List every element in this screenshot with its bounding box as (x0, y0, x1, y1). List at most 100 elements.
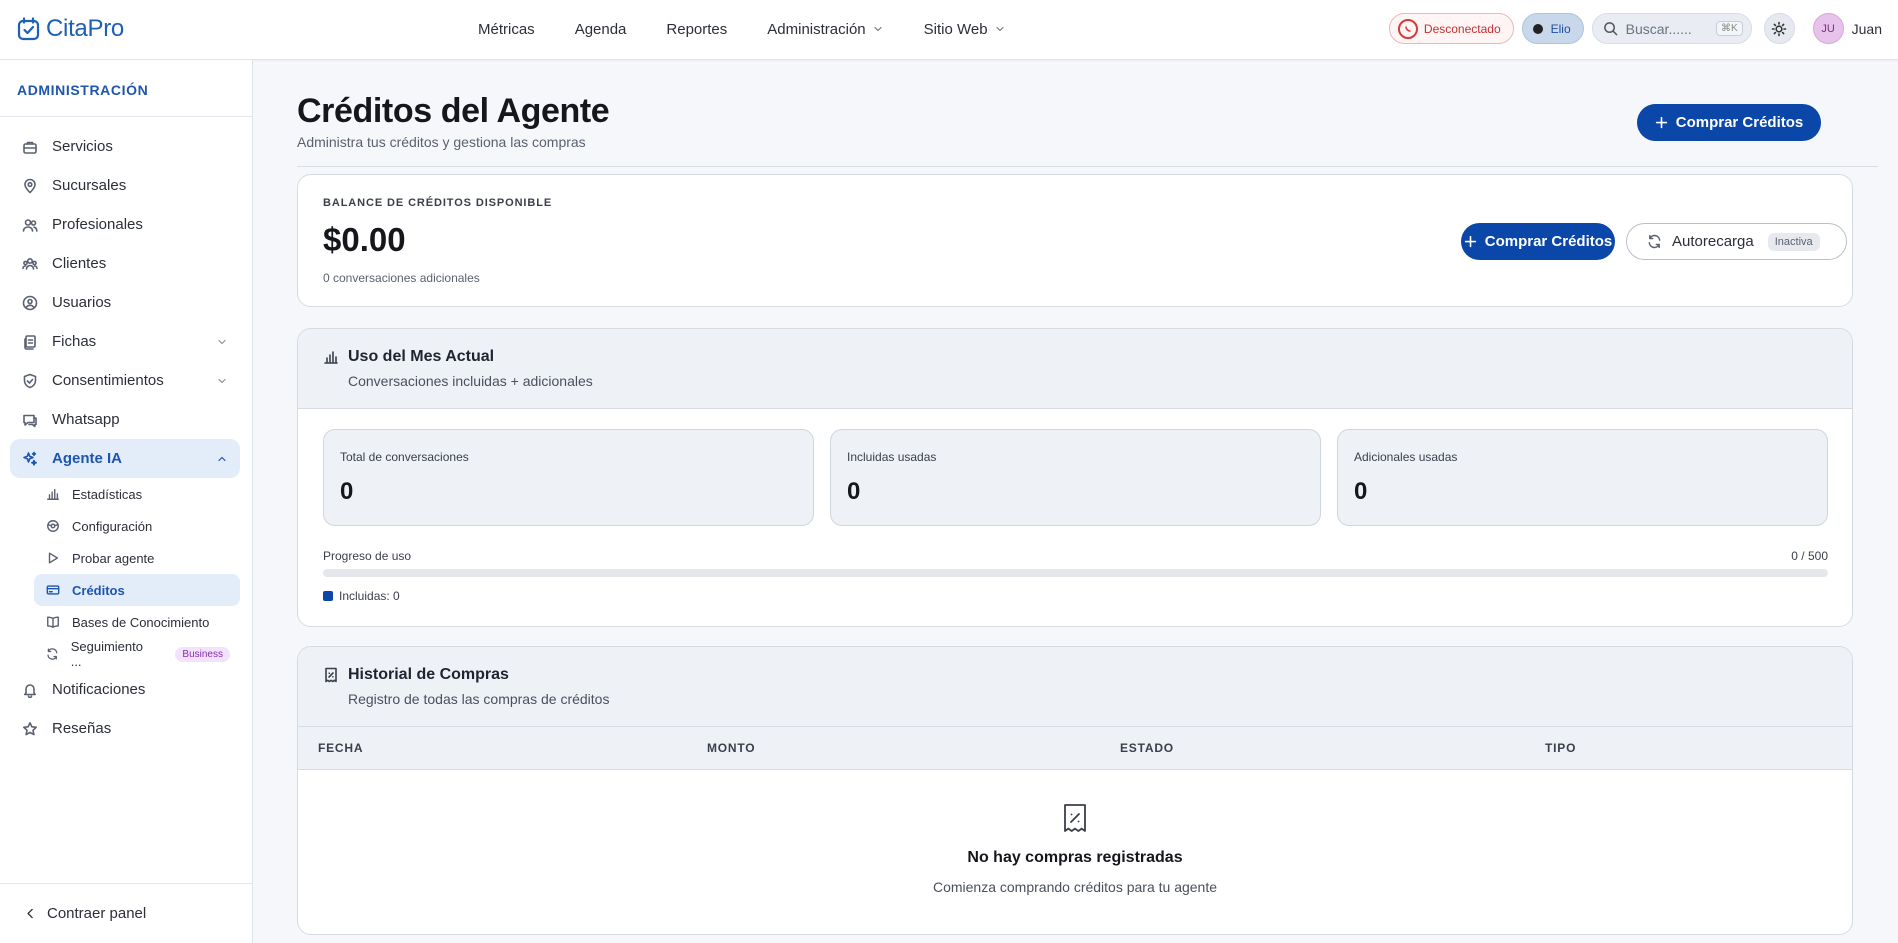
sidebar-item-agente-ia[interactable]: Agente IA (10, 439, 240, 478)
sidebar-item-label: Servicios (52, 138, 113, 155)
theme-toggle-button[interactable] (1763, 13, 1795, 44)
sidebar-item-servicios[interactable]: Servicios (10, 127, 240, 166)
book-icon (47, 616, 59, 628)
usage-title: Uso del Mes Actual (348, 348, 495, 365)
sidebar-item-notificaciones[interactable]: Notificaciones (10, 670, 240, 709)
stat-label: Incluidas usadas (847, 450, 937, 464)
stat-total-conversations: Total de conversaciones 0 (323, 429, 814, 526)
sidebar-subitem-probar-agente[interactable]: Probar agente (10, 542, 240, 574)
user-circle-icon (22, 295, 38, 310)
usage-card: Uso del Mes Actual Conversaciones inclui… (297, 328, 1853, 627)
sidebar-item-label: Profesionales (52, 216, 143, 233)
nav-reportes[interactable]: Reportes (666, 21, 727, 38)
agent-dot-icon (1532, 23, 1543, 34)
nav-label: Administración (767, 20, 866, 38)
stat-additional-used: Adicionales usadas 0 (1337, 429, 1828, 526)
sidebar-item-label: Clientes (52, 255, 107, 272)
search-placeholder: Buscar...... (1625, 20, 1692, 37)
usage-progress-bar (323, 569, 1828, 577)
sidebar-subitem-creditos[interactable]: Créditos (34, 574, 240, 606)
whatsapp-status-button[interactable]: Desconectado (1388, 13, 1514, 44)
main-nav: Métricas Agenda Reportes Administración … (478, 0, 1006, 58)
stat-value: 0 (847, 478, 861, 505)
sparkles-icon (23, 451, 37, 466)
sidebar-item-clientes[interactable]: Clientes (10, 244, 240, 283)
logo[interactable]: CitaPro (16, 15, 124, 43)
nav-label: Sitio Web (923, 20, 988, 38)
history-title: Historial de Compras (348, 666, 509, 683)
autorecharge-label: Autorecarga (1672, 233, 1754, 250)
sidebar: ADMINISTRACIÓN Servicios Sucursales Prof… (0, 60, 253, 943)
nav-sitio-web[interactable]: Sitio Web (924, 21, 1006, 38)
message-icon (23, 414, 37, 427)
search-input[interactable]: Buscar...... ⌘K (1591, 13, 1752, 44)
sidebar-item-whatsapp[interactable]: Whatsapp (10, 400, 240, 439)
whatsapp-status-label: Desconectado (1423, 21, 1501, 36)
history-table-header: FECHA MONTO ESTADO TIPO (298, 727, 1852, 770)
sidebar-subitem-bases-conocimiento[interactable]: Bases de Conocimiento (10, 606, 240, 638)
plan-badge: Business (175, 646, 230, 662)
sidebar-item-resenas[interactable]: Reseñas (10, 709, 240, 748)
nav-administracion[interactable]: Administración (767, 21, 883, 38)
column-header-tipo[interactable]: TIPO (1545, 741, 1576, 755)
autorecharge-button[interactable]: Autorecarga Inactiva (1626, 223, 1847, 260)
usage-header: Uso del Mes Actual Conversaciones inclui… (298, 329, 1852, 409)
plus-icon (1464, 235, 1476, 248)
balance-label: BALANCE DE CRÉDITOS DISPONIBLE (323, 197, 553, 209)
balance-buy-credits-button[interactable]: Comprar Créditos (1461, 223, 1615, 260)
main-content: Créditos del Agente Administra tus crédi… (253, 60, 1898, 943)
agent-chip[interactable]: Elio (1521, 13, 1584, 44)
user-name: Juan (1851, 20, 1882, 37)
buy-credits-button[interactable]: Comprar Créditos (1637, 104, 1821, 141)
column-header-estado[interactable]: ESTADO (1120, 741, 1174, 755)
sidebar-subitem-estadisticas[interactable]: Estadísticas (10, 478, 240, 510)
map-pin-icon (24, 178, 36, 193)
legend-included-label: Incluidas: 0 (339, 589, 400, 603)
users-group-icon (22, 257, 38, 270)
agent-chip-label: Elio (1550, 21, 1571, 36)
sidebar-item-label: Usuarios (52, 294, 112, 311)
user-menu[interactable]: JU Juan (1812, 13, 1882, 44)
sidebar-subitem-label: Estadísticas (72, 486, 143, 502)
users-icon (22, 218, 38, 232)
legend-swatch (323, 591, 333, 601)
sidebar-subitem-label: Configuración (72, 518, 153, 534)
progress-legend: Incluidas: 0 (323, 589, 400, 603)
usage-subtitle: Conversaciones incluidas + adicionales (348, 373, 593, 389)
search-icon (1603, 22, 1617, 36)
sidebar-subitem-seguimiento[interactable]: Seguimiento ... Business (10, 638, 240, 670)
chevron-down-icon (218, 339, 226, 344)
sidebar-item-label: Whatsapp (52, 411, 120, 428)
sidebar-item-usuarios[interactable]: Usuarios (10, 283, 240, 322)
stat-label: Total de conversaciones (340, 450, 469, 464)
nav-metricas[interactable]: Métricas (478, 21, 535, 38)
sidebar-subitem-label: Bases de Conocimiento (72, 614, 210, 630)
sidebar-item-profesionales[interactable]: Profesionales (10, 205, 240, 244)
topbar-actions: Desconectado Elio Buscar...... ⌘K JU Jua… (1388, 13, 1882, 44)
column-header-fecha[interactable]: FECHA (318, 741, 363, 755)
shield-check-icon (23, 373, 37, 388)
bell-icon (24, 683, 36, 698)
buy-credits-label: Comprar Créditos (1675, 114, 1804, 131)
balance-amount: $0.00 (323, 221, 406, 258)
sidebar-subitem-configuracion[interactable]: Configuración (10, 510, 240, 542)
sidebar-item-consentimientos[interactable]: Consentimientos (10, 361, 240, 400)
settings-icon (47, 520, 59, 532)
history-header: Historial de Compras Registro de todas l… (298, 647, 1852, 727)
bar-chart-icon (324, 351, 338, 364)
briefcase-icon (23, 141, 37, 154)
sidebar-menu: Servicios Sucursales Profesionales Clien… (10, 127, 240, 748)
sidebar-item-sucursales[interactable]: Sucursales (10, 166, 240, 205)
history-subtitle: Registro de todas las compras de crédito… (348, 691, 610, 707)
sidebar-subitem-label: Probar agente (72, 550, 155, 566)
column-header-monto[interactable]: MONTO (707, 741, 755, 755)
collapse-panel-button[interactable]: Contraer panel (0, 883, 252, 943)
sidebar-subitem-label: Seguimiento ... (70, 639, 143, 669)
top-bar: CitaPro Métricas Agenda Reportes Adminis… (0, 0, 1898, 60)
calendar-check-icon (17, 17, 40, 41)
sidebar-item-fichas[interactable]: Fichas (10, 322, 240, 361)
nav-label: Métricas (478, 20, 535, 38)
refresh-icon (1648, 234, 1661, 249)
nav-agenda[interactable]: Agenda (575, 21, 627, 38)
chevron-down-icon (995, 26, 1004, 32)
